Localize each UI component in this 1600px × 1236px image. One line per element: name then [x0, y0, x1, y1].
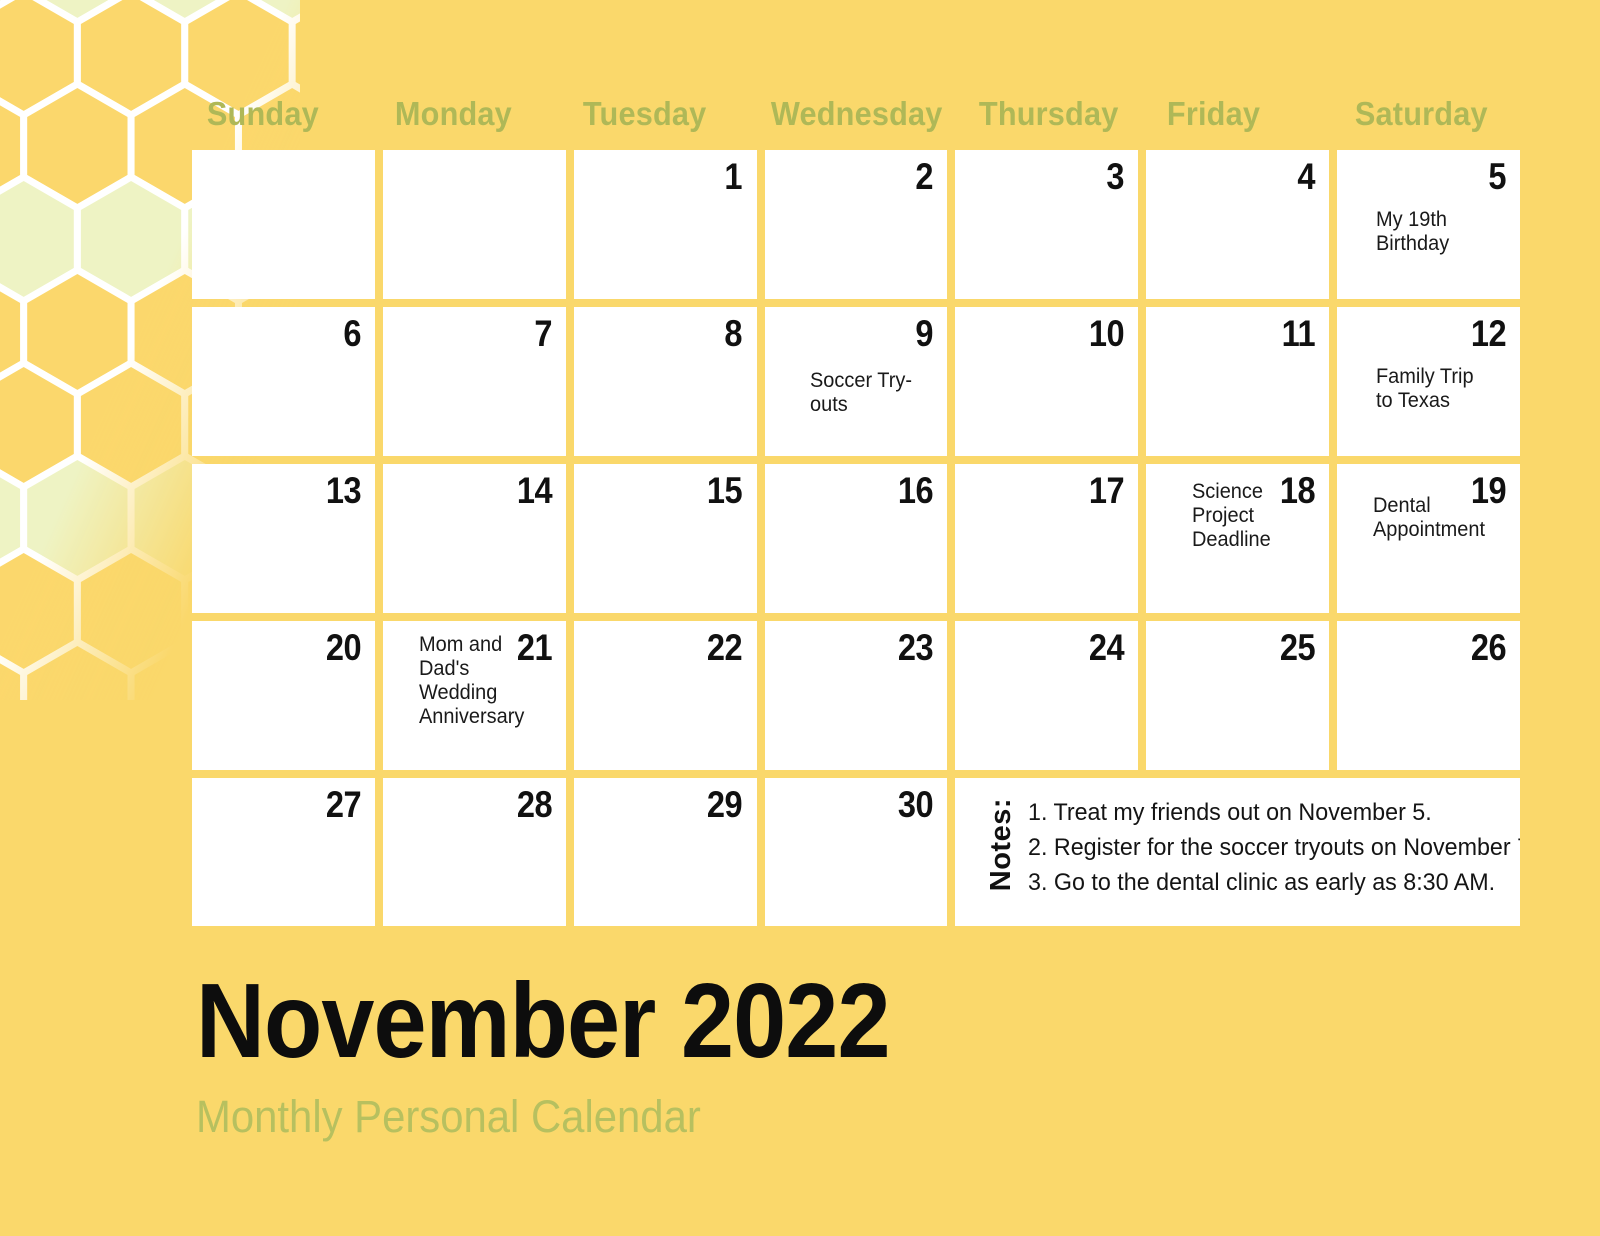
day-number: 1: [724, 156, 743, 197]
day-number: 24: [1088, 627, 1125, 668]
note-item: 2. Register for the soccer tryouts on No…: [1028, 833, 1520, 861]
day-number: 29: [707, 784, 743, 825]
day-cell[interactable]: 4: [1146, 150, 1330, 299]
notes-panel[interactable]: Notes: 1. Treat my friends out on Novemb…: [955, 778, 1520, 926]
weekday-header-tuesday: Tuesday: [582, 95, 707, 132]
day-number: 8: [724, 313, 743, 354]
day-cell[interactable]: 8: [573, 307, 757, 456]
weekday-header-monday: Monday: [394, 95, 512, 132]
day-cell[interactable]: 1: [573, 150, 757, 299]
day-event-text: Mom and Dad's Wedding Anniversary: [418, 633, 525, 729]
calendar-week-row: 6 7 8 9 Soccer Try- outs 10 11 12 Family…: [192, 307, 1520, 456]
day-cell[interactable]: 26: [1337, 621, 1520, 770]
day-cell[interactable]: 29: [573, 778, 757, 926]
day-event-text: Soccer Try- outs: [809, 369, 912, 417]
day-event-text: Family Trip to Texas: [1376, 365, 1474, 413]
day-number: 14: [516, 470, 552, 511]
day-number: 12: [1470, 313, 1507, 354]
calendar-week-row: 20 21 Mom and Dad's Wedding Anniversary …: [192, 621, 1520, 770]
day-number: 25: [1279, 627, 1316, 668]
day-cell[interactable]: 19 Dental Appointment: [1337, 464, 1520, 613]
day-cell[interactable]: 18 Science Project Deadline: [1146, 464, 1330, 613]
day-number: 2: [915, 156, 934, 197]
weekday-header-friday: Friday: [1167, 95, 1261, 132]
calendar-page: Sunday Monday Tuesday Wednesday Thursday…: [0, 0, 1600, 1236]
calendar-week-row: 27 28 29 30 Notes: 1. Treat my friends o…: [192, 778, 1520, 926]
day-cell[interactable]: 5 My 19th Birthday: [1337, 150, 1520, 299]
calendar-grid: Sunday Monday Tuesday Wednesday Thursday…: [192, 78, 1520, 926]
day-number: 7: [534, 313, 552, 354]
day-number: 22: [707, 627, 743, 668]
day-number: 13: [325, 470, 362, 511]
weekday-header-sunday: Sunday: [206, 95, 319, 132]
page-subtitle: Monthly Personal Calendar: [196, 1091, 701, 1142]
day-number: 27: [325, 784, 362, 825]
day-number: 15: [707, 470, 743, 511]
day-cell[interactable]: 20: [192, 621, 375, 770]
day-number: 9: [915, 313, 934, 354]
day-number: 28: [516, 784, 552, 825]
weekday-header-row: Sunday Monday Tuesday Wednesday Thursday…: [192, 78, 1520, 150]
weekday-header-thursday: Thursday: [979, 95, 1119, 132]
weekday-header-wednesday: Wednesday: [770, 95, 943, 132]
day-cell[interactable]: 23: [764, 621, 948, 770]
day-cell[interactable]: 9 Soccer Try- outs: [764, 307, 948, 456]
day-cell[interactable]: 6: [192, 307, 375, 456]
calendar-weeks: 1 2 3 4 5 My 19th Birthday 6 7 8 9 Socce…: [192, 150, 1520, 926]
day-cell[interactable]: 27: [192, 778, 375, 926]
note-item: 3. Go to the dental clinic as early as 8…: [1028, 868, 1496, 896]
day-event-text: My 19th Birthday: [1376, 208, 1450, 256]
day-event-text: Dental Appointment: [1373, 494, 1486, 542]
day-cell[interactable]: 17: [955, 464, 1139, 613]
day-number: 23: [898, 627, 934, 668]
day-number: 26: [1470, 627, 1507, 668]
day-cell[interactable]: 3: [955, 150, 1139, 299]
day-number: 17: [1088, 470, 1125, 511]
day-number: 10: [1088, 313, 1125, 354]
notes-list: 1. Treat my friends out on November 5. 2…: [1028, 796, 1520, 897]
day-cell[interactable]: 2: [764, 150, 948, 299]
day-cell[interactable]: 13: [192, 464, 375, 613]
notes-label: Notes:: [985, 798, 1018, 892]
day-cell[interactable]: 10: [955, 307, 1139, 456]
day-cell[interactable]: 24: [955, 621, 1139, 770]
title-block: November 2022 Monthly Personal Calendar: [196, 968, 1296, 1139]
day-cell[interactable]: 16: [764, 464, 948, 613]
calendar-week-row: 1 2 3 4 5 My 19th Birthday: [192, 150, 1520, 299]
day-number: 5: [1488, 156, 1506, 197]
weekday-header-saturday: Saturday: [1354, 95, 1488, 132]
day-cell[interactable]: 25: [1146, 621, 1330, 770]
day-cell[interactable]: 28: [382, 778, 566, 926]
day-cell[interactable]: 14: [382, 464, 566, 613]
day-cell[interactable]: 21 Mom and Dad's Wedding Anniversary: [382, 621, 566, 770]
calendar-week-row: 13 14 15 16 17 18 Science Project Deadli…: [192, 464, 1520, 613]
day-cell[interactable]: 30: [764, 778, 948, 926]
day-cell[interactable]: 15: [573, 464, 757, 613]
day-cell[interactable]: [382, 150, 566, 299]
page-title: November 2022: [196, 962, 891, 1080]
day-event-text: Science Project Deadline: [1192, 480, 1272, 552]
day-number: 30: [898, 784, 934, 825]
day-number: 4: [1297, 156, 1316, 197]
day-cell[interactable]: [192, 150, 375, 299]
day-cell[interactable]: 11: [1146, 307, 1330, 456]
day-number: 20: [325, 627, 362, 668]
day-cell[interactable]: 22: [573, 621, 757, 770]
day-cell[interactable]: 12 Family Trip to Texas: [1337, 307, 1520, 456]
day-number: 11: [1281, 313, 1316, 354]
day-cell[interactable]: 7: [382, 307, 566, 456]
day-number: 16: [898, 470, 934, 511]
day-number: 3: [1106, 156, 1125, 197]
day-number: 6: [343, 313, 361, 354]
note-item: 1. Treat my friends out on November 5.: [1028, 799, 1433, 826]
